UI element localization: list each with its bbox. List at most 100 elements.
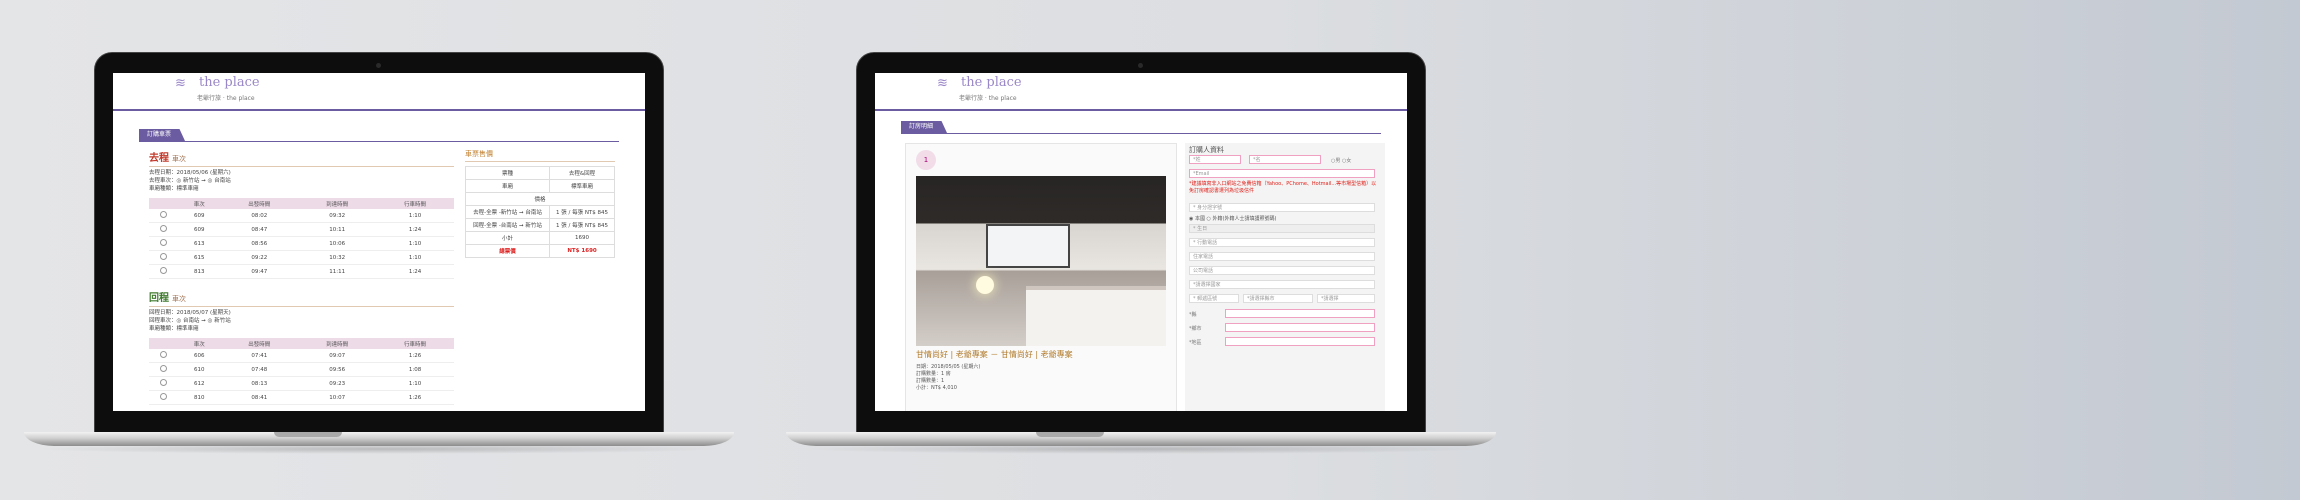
laptop-base	[786, 432, 1496, 446]
fee-row: 票種 去程&回程	[464, 166, 615, 180]
radio-button[interactable]	[160, 253, 168, 260]
screen-train-booking: ≋ the place 老爺行旅 · the place 訂購車票 去程 車次 去…	[113, 73, 645, 411]
logo-subtitle: 老爺行旅 · the place	[959, 95, 1017, 102]
town-label: *鄉市	[1189, 326, 1202, 332]
arrive-time: 09:56	[298, 362, 377, 377]
train-no: 613	[178, 236, 221, 251]
arrive-time: 09:23	[298, 376, 377, 391]
address-label: *地區	[1189, 340, 1202, 346]
total-value: NT$ 1690	[549, 244, 615, 258]
item-badge: 1	[916, 150, 936, 170]
city-select[interactable]: *請選擇縣市	[1243, 294, 1313, 303]
radio-button[interactable]	[160, 239, 168, 246]
col-select	[149, 198, 179, 209]
birthday-input[interactable]: * 生日	[1189, 224, 1375, 233]
room-title[interactable]: 甘情尚好 | 老爺專案 － 甘情尚好 | 老爺專案	[916, 349, 1171, 360]
laptop-notch	[1036, 432, 1104, 437]
logo-text[interactable]: the place	[961, 75, 1022, 90]
fee-label: 車廂	[464, 179, 551, 193]
radio-button[interactable]	[160, 211, 168, 218]
site-header: ≋ the place 老爺行旅 · the place	[875, 73, 1407, 111]
country-select[interactable]: *請選擇國家	[1189, 280, 1375, 289]
arrive-time: 10:06	[298, 236, 377, 251]
table-row[interactable]: 610 07:48 09:56 1:08	[149, 362, 454, 377]
outbound-sublabel: 車次	[172, 155, 186, 163]
table-row[interactable]: 609 08:47 10:11 1:24	[149, 222, 454, 237]
laptop-notch	[274, 432, 342, 437]
return-title: 回程 車次	[149, 289, 454, 307]
depart-time: 09:22	[220, 250, 299, 265]
room-info: 日期：2018/05/05 (星期六) 訂購數量：1 房 訂購數量：1 小計：N…	[916, 364, 980, 392]
gender-radio[interactable]: ○男 ○女	[1331, 157, 1351, 164]
col-select	[149, 338, 179, 349]
fee-title: 車票售價	[465, 149, 615, 162]
fee-row: 車廂 標準車廂	[464, 179, 615, 193]
nationality-radio[interactable]: ◉ 本國 ○ 外籍(外籍人士請填護照號碼)	[1189, 215, 1276, 222]
screen-room-booking: ≋ the place 老爺行旅 · the place 訂房明細 1 甘情尚好…	[875, 73, 1407, 411]
col-duration: 行車時間	[376, 338, 454, 349]
table-row[interactable]: 615 09:22 10:32 1:10	[149, 250, 454, 265]
table-row[interactable]: 813 09:47 11:11 1:24	[149, 264, 454, 279]
tab-order-tickets[interactable]: 訂購車票	[139, 129, 186, 141]
travel-time: 1:24	[376, 222, 454, 237]
table-row[interactable]: 613 08:56 10:06 1:10	[149, 236, 454, 251]
booker-form: 訂購人資料 *姓 *名 ○男 ○女 *Email *建議填寫非入口網站之免費信箱…	[1185, 143, 1385, 411]
fee-summary: 車票售價 票種 去程&回程 車廂 標準車廂 價格 去程-全票 -新竹站 ➞ 台南站 1…	[464, 149, 615, 258]
home-phone-input[interactable]: 住家電話	[1189, 252, 1375, 261]
col-arrive: 到達時間	[298, 338, 377, 349]
table-row[interactable]: 609 08:02 09:32 1:10	[149, 209, 454, 223]
id-number-input[interactable]: * 身分證字號	[1189, 203, 1375, 212]
train-no: 606	[178, 349, 221, 363]
address-input[interactable]	[1225, 337, 1375, 346]
travel-time: 1:10	[376, 250, 454, 265]
travel-time: 1:26	[376, 390, 454, 405]
train-selection: 去程 車次 去程日期：2018/05/06 (星期六) 去程車次：◎ 新竹站 ➞ …	[149, 149, 454, 405]
arrive-time: 09:32	[298, 209, 377, 223]
train-no: 612	[178, 376, 221, 391]
city-input[interactable]	[1225, 309, 1375, 318]
return-class: 車廂種類：標準車廂	[149, 326, 199, 332]
radio-button[interactable]	[160, 393, 168, 400]
radio-button[interactable]	[160, 225, 168, 232]
train-no: 610	[178, 362, 221, 377]
travel-time: 1:26	[376, 349, 454, 363]
table-row[interactable]: 606 07:41 09:07 1:26	[149, 349, 454, 363]
travel-time: 1:10	[376, 209, 454, 223]
fee-label: 去程-全票 -新竹站 ➞ 台南站	[464, 205, 551, 219]
travel-time: 1:10	[376, 376, 454, 391]
fee-table: 票種 去程&回程 車廂 標準車廂 價格 去程-全票 -新竹站 ➞ 台南站 1 張 / …	[464, 166, 615, 258]
laptop-base	[24, 432, 734, 446]
arrive-time: 09:07	[298, 349, 377, 363]
office-phone-input[interactable]: 公司電話	[1189, 266, 1375, 275]
area-select[interactable]: *請選擇	[1317, 294, 1375, 303]
radio-button[interactable]	[160, 351, 168, 358]
radio-button[interactable]	[160, 379, 168, 386]
laptop-bezel: ≋ the place 老爺行旅 · the place 訂房明細 1 甘情尚好…	[856, 52, 1426, 434]
email-input[interactable]: *Email	[1189, 169, 1375, 178]
zip-input[interactable]: * 郵遞區號	[1189, 294, 1239, 303]
table-row[interactable]: 612 08:13 09:23 1:10	[149, 376, 454, 391]
fee-label: 票種	[464, 166, 551, 180]
train-no: 609	[178, 209, 221, 223]
tab-room-details[interactable]: 訂房明細	[901, 121, 948, 133]
table-header: 車次 出發時間 到達時間 行車時間	[149, 338, 454, 349]
surname-input[interactable]: *姓	[1189, 155, 1241, 164]
outbound-date: 去程日期：2018/05/06 (星期六)	[149, 170, 231, 176]
photo-bed	[1026, 286, 1166, 346]
fee-label: 回程-全票 -台南站 ➞ 新竹站	[464, 218, 551, 232]
radio-button[interactable]	[160, 365, 168, 372]
arrive-time: 10:32	[298, 250, 377, 265]
photo-window	[986, 224, 1070, 268]
mobile-input[interactable]: * 行動電話	[1189, 238, 1375, 247]
logo-text[interactable]: the place	[199, 75, 260, 90]
radio-button[interactable]	[160, 267, 168, 274]
table-row[interactable]: 810 08:41 10:07 1:26	[149, 390, 454, 405]
train-no: 615	[178, 250, 221, 265]
fee-row: 價格	[465, 192, 615, 206]
name-input[interactable]: *名	[1249, 155, 1321, 164]
town-input[interactable]	[1225, 323, 1375, 332]
total-label: 總票價	[464, 244, 551, 258]
photo-lamp	[976, 276, 994, 294]
fee-row: 去程-全票 -新竹站 ➞ 台南站 1 張 / 每張 NT$ 845	[464, 205, 615, 219]
